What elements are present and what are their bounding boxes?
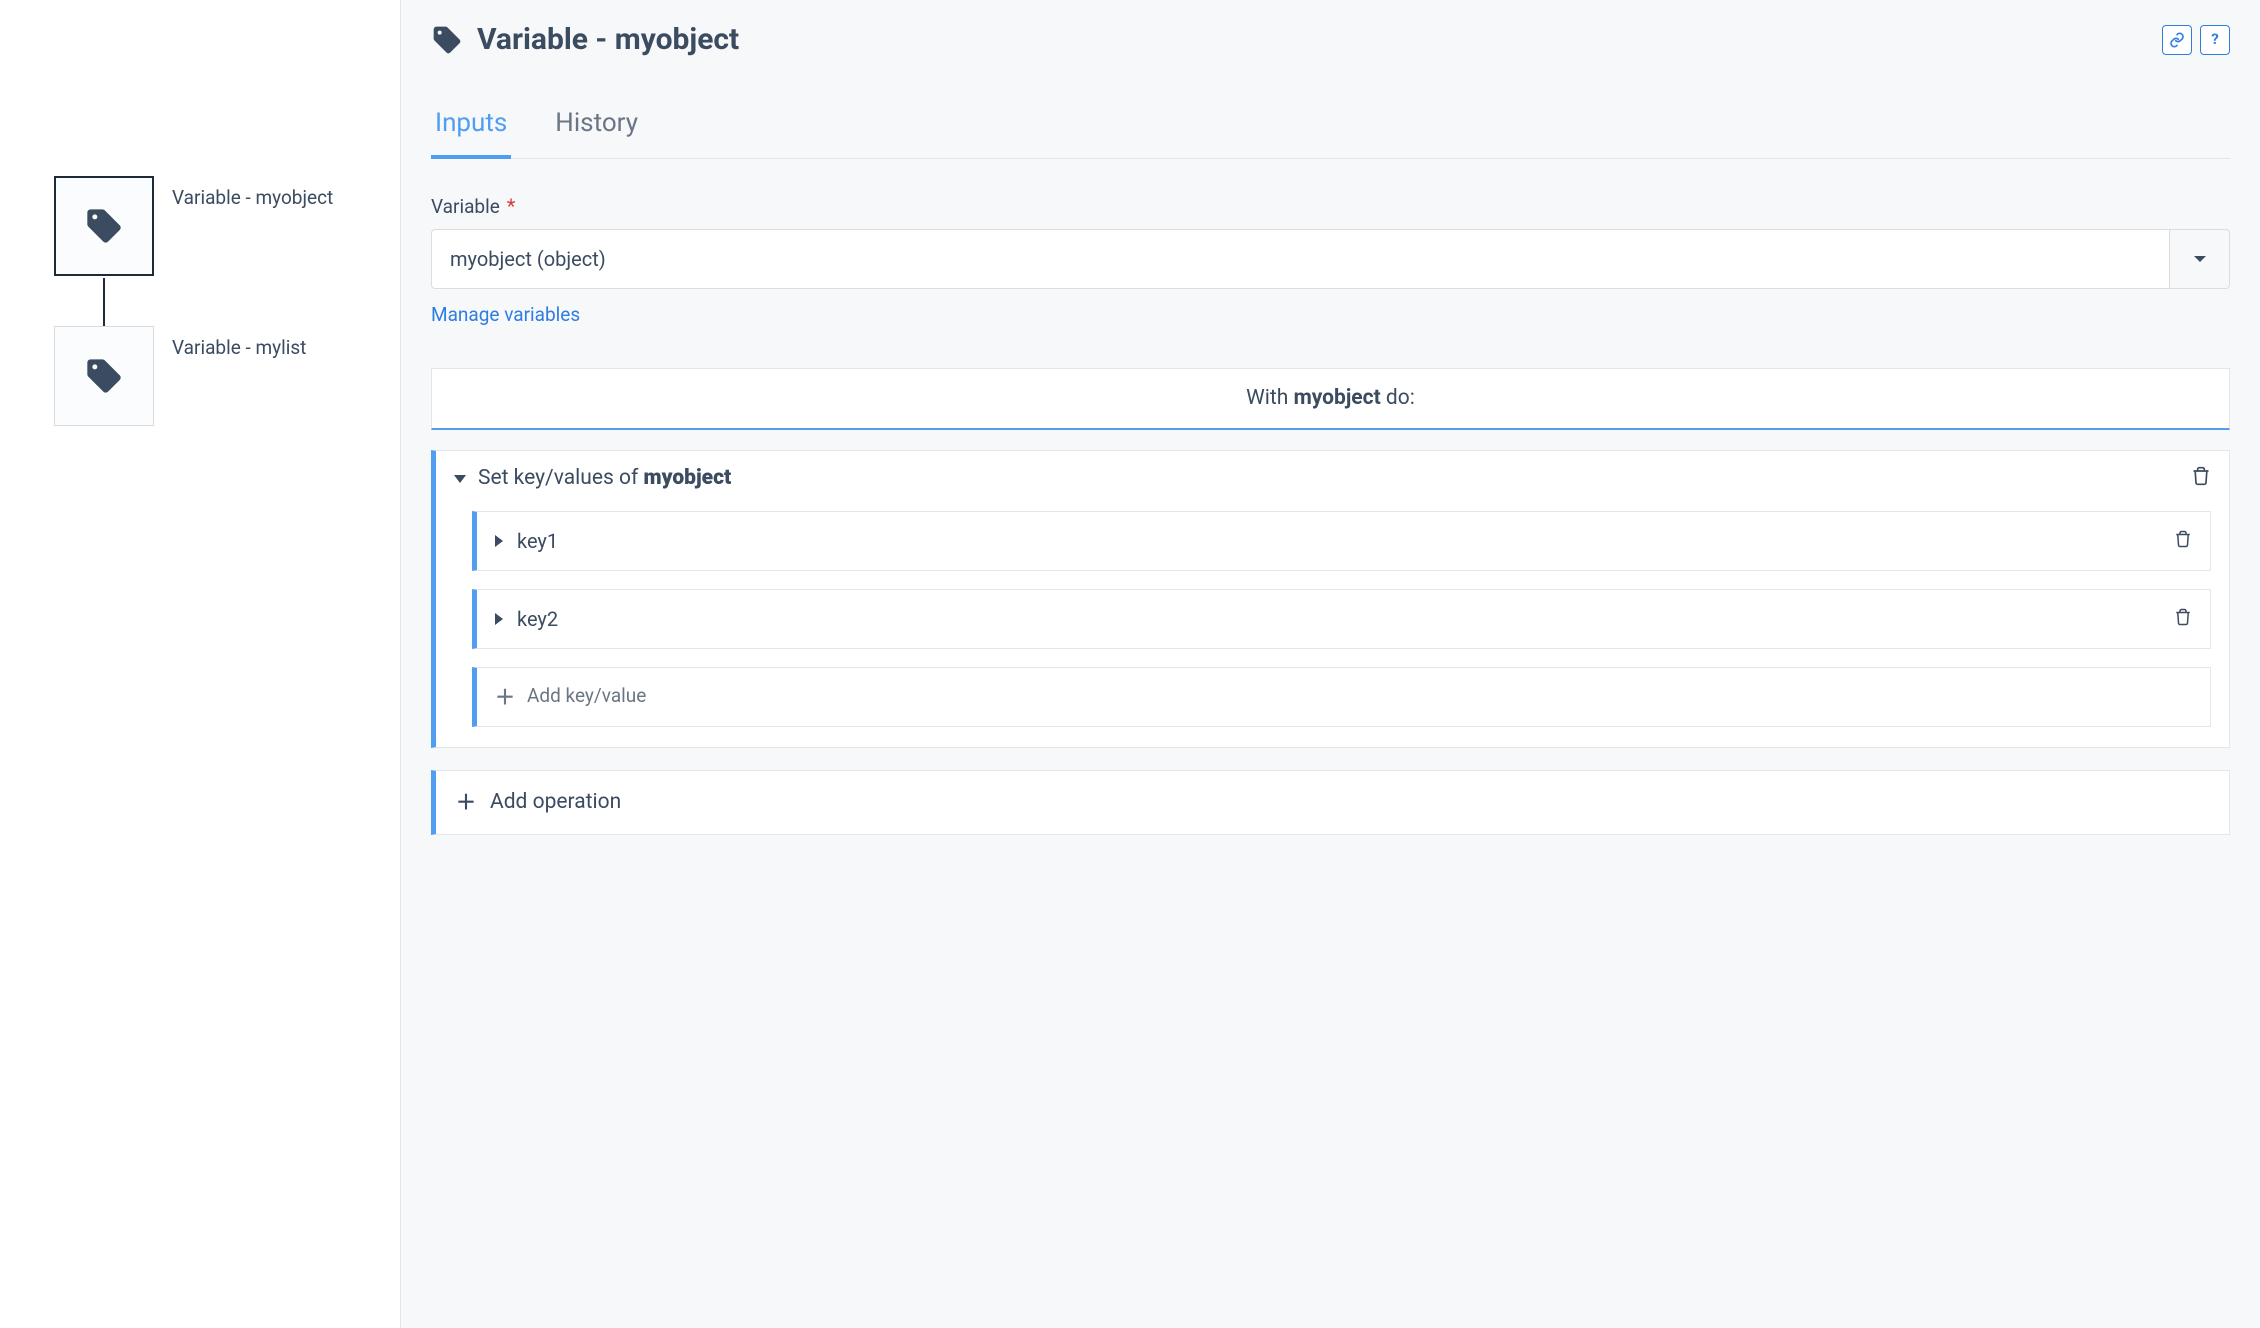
canvas-edge — [103, 278, 105, 328]
kv-name: key1 — [517, 528, 558, 554]
delete-kv-button[interactable] — [2174, 528, 2192, 554]
operation-title-obj: myobject — [644, 466, 732, 490]
node-box[interactable] — [54, 326, 154, 426]
trash-icon — [2174, 608, 2192, 626]
link-icon — [2169, 32, 2185, 48]
kv-row[interactable]: key1 — [472, 511, 2211, 571]
help-button[interactable]: ? — [2200, 25, 2230, 55]
chevron-right-icon — [495, 613, 503, 625]
kv-name: key2 — [517, 606, 558, 632]
canvas-node-myobject[interactable]: Variable - myobject — [54, 176, 333, 276]
tab-history[interactable]: History — [551, 99, 642, 159]
trash-icon — [2191, 466, 2211, 486]
workflow-canvas[interactable]: Variable - myobject Variable - mylist — [0, 0, 400, 1328]
chevron-down-icon — [2194, 256, 2206, 262]
operation-toggle[interactable]: Set key/values of myobject — [454, 465, 731, 492]
add-kv-label: Add key/value — [527, 684, 646, 709]
tab-inputs[interactable]: Inputs — [431, 99, 511, 159]
variable-field-label: Variable * — [431, 193, 2230, 220]
page-title: Variable - myobject — [431, 20, 739, 59]
with-do-header: With myobject do: — [431, 368, 2230, 430]
delete-operation-button[interactable] — [2191, 466, 2211, 492]
required-marker: * — [507, 194, 516, 218]
chevron-down-icon — [454, 475, 466, 483]
variable-select[interactable]: myobject (object) — [431, 229, 2230, 289]
add-operation-label: Add operation — [490, 789, 621, 816]
tabs: Inputs History — [431, 99, 2230, 159]
operation-title-prefix: Set key/values of — [478, 466, 644, 490]
tag-icon — [84, 206, 124, 246]
canvas-node-mylist[interactable]: Variable - mylist — [54, 326, 306, 426]
tag-icon — [431, 24, 463, 56]
trash-icon — [2174, 530, 2192, 548]
plus-icon: ＋ — [495, 684, 515, 710]
add-keyvalue-button[interactable]: ＋ Add key/value — [472, 667, 2211, 727]
delete-kv-button[interactable] — [2174, 606, 2192, 632]
chevron-right-icon — [495, 535, 503, 547]
variable-select-value[interactable]: myobject (object) — [431, 229, 2170, 289]
page-title-text: Variable - myobject — [477, 20, 739, 59]
manage-variables-link[interactable]: Manage variables — [431, 303, 580, 328]
help-icon: ? — [2211, 30, 2218, 50]
kv-row[interactable]: key2 — [472, 589, 2211, 649]
node-label: Variable - myobject — [172, 176, 333, 211]
operation-set-keyvalues: Set key/values of myobject key1 — [431, 450, 2230, 747]
plus-icon: ＋ — [456, 789, 476, 815]
tag-icon — [84, 356, 124, 396]
variable-select-caret[interactable] — [2170, 229, 2230, 289]
detail-panel: Variable - myobject ? Inputs History — [400, 0, 2260, 1328]
permalink-button[interactable] — [2162, 25, 2192, 55]
node-box[interactable] — [54, 176, 154, 276]
add-operation-button[interactable]: ＋ Add operation — [431, 770, 2230, 835]
node-label: Variable - mylist — [172, 326, 306, 361]
